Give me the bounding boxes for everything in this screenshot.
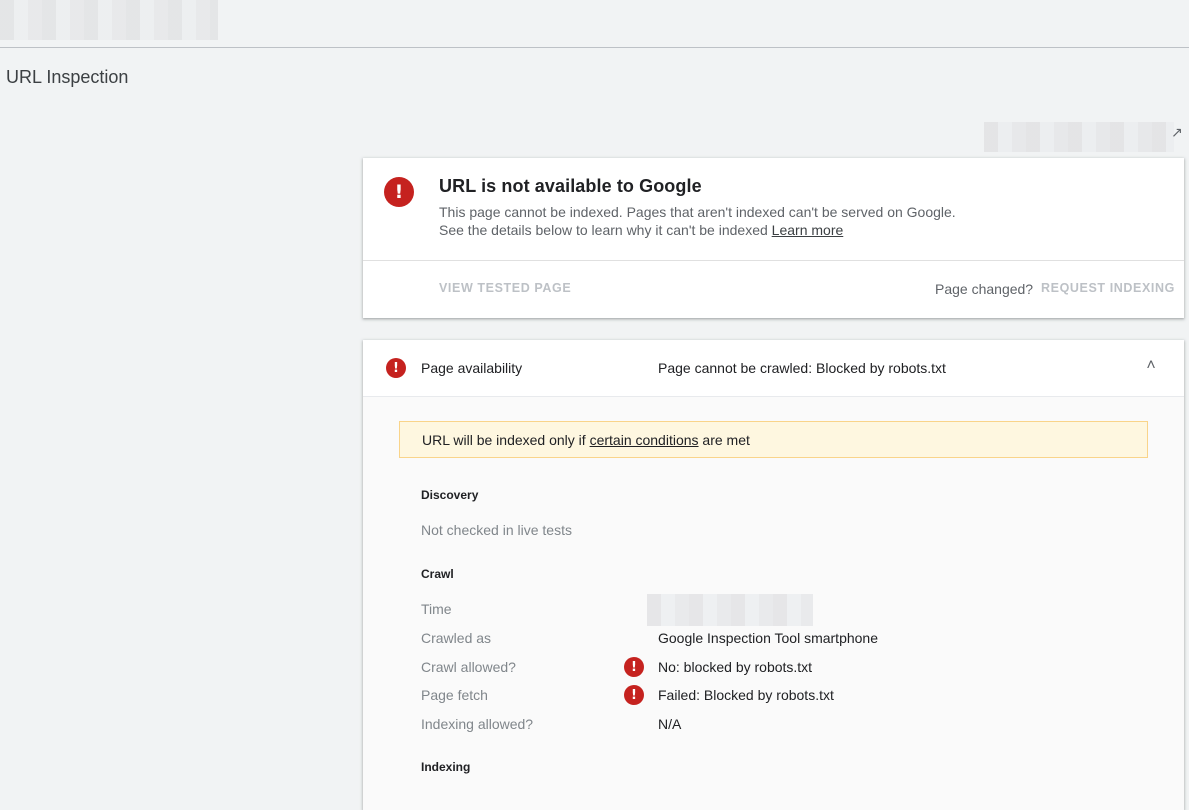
- page-availability-header[interactable]: ! Page availability Page cannot be crawl…: [363, 340, 1184, 397]
- header-divider: [0, 47, 1189, 48]
- page-availability-status: Page cannot be crawled: Blocked by robot…: [658, 360, 946, 376]
- crawled-as-value: Google Inspection Tool smartphone: [658, 630, 878, 646]
- crawl-allowed-label: Crawl allowed?: [421, 659, 516, 675]
- crawled-as-label: Crawled as: [421, 630, 492, 646]
- request-indexing-button[interactable]: REQUEST INDEXING: [1041, 281, 1175, 295]
- indexing-conditions-notice: URL will be indexed only if certain cond…: [399, 421, 1148, 458]
- redacted-property-selector: [0, 0, 218, 40]
- discovery-heading: Discovery: [421, 488, 479, 502]
- redacted-crawl-time: [647, 594, 813, 626]
- view-tested-page-button[interactable]: VIEW TESTED PAGE: [439, 281, 571, 295]
- error-exclamation-icon: !: [384, 177, 414, 207]
- crawl-allowed-value: No: blocked by robots.txt: [658, 659, 813, 675]
- discovery-text: Not checked in live tests: [421, 522, 572, 538]
- certain-conditions-link[interactable]: certain conditions: [590, 432, 699, 448]
- page-availability-label: Page availability: [421, 360, 523, 376]
- page-changed-label: Page changed?: [935, 281, 1034, 297]
- page-availability-card: ! Page availability Page cannot be crawl…: [363, 340, 1184, 810]
- crawl-time-label: Time: [421, 601, 452, 617]
- error-exclamation-icon: !: [386, 358, 406, 378]
- redacted-inspected-url: [984, 122, 1174, 152]
- expand-icon[interactable]: ↗: [1171, 124, 1183, 141]
- notice-suffix: are met: [702, 432, 750, 448]
- summary-title: URL is not available to Google: [439, 176, 702, 196]
- page-fetch-value: Failed: Blocked by robots.txt: [658, 687, 834, 703]
- error-exclamation-icon: !: [624, 685, 644, 705]
- page-title: URL Inspection: [6, 67, 129, 87]
- learn-more-link[interactable]: Learn more: [772, 222, 844, 238]
- summary-description-text: This page cannot be indexed. Pages that …: [439, 204, 956, 238]
- error-exclamation-icon: !: [624, 657, 644, 677]
- indexing-allowed-label: Indexing allowed?: [421, 716, 534, 732]
- chevron-up-icon[interactable]: ˄: [1141, 357, 1161, 377]
- page-fetch-label: Page fetch: [421, 687, 488, 703]
- summary-divider: [363, 260, 1184, 261]
- indexing-heading: Indexing: [421, 760, 471, 774]
- indexing-allowed-value: N/A: [658, 716, 682, 732]
- inspection-summary-card: ! URL is not available to Google This pa…: [363, 158, 1184, 318]
- crawl-heading: Crawl: [421, 567, 454, 581]
- notice-prefix: URL will be indexed only if: [422, 432, 586, 448]
- summary-description: This page cannot be indexed. Pages that …: [439, 203, 979, 239]
- notice-text: URL will be indexed only if certain cond…: [422, 432, 750, 448]
